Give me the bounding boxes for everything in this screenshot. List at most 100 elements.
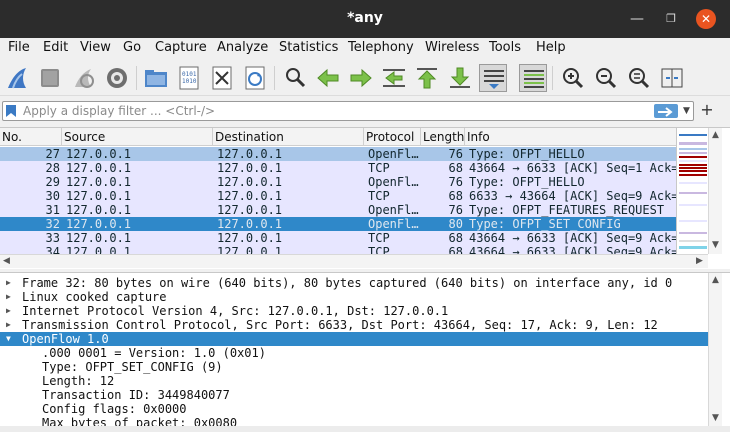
close-window-button[interactable]: ✕ bbox=[696, 9, 716, 29]
cell-info: Type: OFPT_FEATURES_REQUEST bbox=[469, 203, 665, 217]
menu-analyze[interactable]: Analyze bbox=[217, 40, 268, 55]
column-no[interactable]: No. bbox=[0, 128, 62, 146]
detail-tree-item[interactable]: Config flags: 0x0000 bbox=[0, 402, 708, 416]
detail-tree-item[interactable]: ▼ OpenFlow 1.0 bbox=[0, 332, 708, 346]
cell-destination: 127.0.0.1 bbox=[217, 231, 283, 245]
detail-tree-item[interactable]: ▶ Transmission Control Protocol, Src Port… bbox=[0, 318, 708, 332]
stop-icon[interactable] bbox=[36, 64, 64, 92]
scroll-left-icon[interactable]: ◀ bbox=[3, 256, 10, 266]
menu-file[interactable]: File bbox=[8, 40, 30, 55]
collapsed-triangle-icon[interactable]: ▶ bbox=[6, 318, 16, 332]
scroll-up-icon[interactable]: ▲ bbox=[712, 275, 719, 285]
detail-tree-item[interactable]: ▶ Frame 32: 80 bytes on wire (640 bits), … bbox=[0, 276, 708, 290]
cell-destination: 127.0.0.1 bbox=[217, 175, 283, 189]
menu-telephony[interactable]: Telephony bbox=[348, 40, 414, 55]
packet-row[interactable]: 28 127.0.0.1 127.0.0.1 TCP 68 43664 → 6633 [A… bbox=[0, 161, 676, 175]
detail-tree-item[interactable]: ▶ Internet Protocol Version 4, Src: 127.0… bbox=[0, 304, 708, 318]
packet-row[interactable]: 29 127.0.0.1 127.0.0.1 OpenFl… 76 Type: OFPT_… bbox=[0, 175, 676, 189]
cell-length: 76 bbox=[448, 147, 463, 161]
collapsed-triangle-icon[interactable]: ▶ bbox=[6, 276, 16, 290]
collapsed-triangle-icon[interactable]: ▶ bbox=[6, 290, 16, 304]
cell-no: 29 bbox=[45, 175, 60, 189]
column-destination[interactable]: Destination bbox=[213, 128, 364, 146]
svg-text:1010: 1010 bbox=[182, 78, 197, 85]
restart-icon[interactable] bbox=[70, 64, 98, 92]
first-packet-icon[interactable] bbox=[413, 64, 441, 92]
bookmark-icon[interactable] bbox=[5, 104, 17, 118]
zoom-normal-icon[interactable] bbox=[625, 64, 653, 92]
menu-wireless[interactable]: Wireless bbox=[425, 40, 479, 55]
detail-tree-item[interactable]: Length: 12 bbox=[0, 374, 708, 388]
packet-row[interactable]: 32 127.0.0.1 127.0.0.1 OpenFl… 80 Type: OFPT_… bbox=[0, 217, 676, 231]
packet-details-tree: ▶ Frame 32: 80 bytes on wire (640 bits), … bbox=[0, 272, 730, 430]
shark-fin-start-icon[interactable] bbox=[4, 64, 32, 92]
maximize-button[interactable]: ❐ bbox=[662, 10, 680, 28]
detail-tree-item[interactable]: ▶ Linux cooked capture bbox=[0, 290, 708, 304]
cell-no: 31 bbox=[45, 203, 60, 217]
cell-destination: 127.0.0.1 bbox=[217, 161, 283, 175]
column-info[interactable]: Info bbox=[465, 128, 676, 146]
autoscroll-icon[interactable] bbox=[479, 64, 507, 92]
save-file-icon[interactable]: 0101 1010 bbox=[175, 64, 203, 92]
apply-filter-button[interactable] bbox=[654, 104, 678, 118]
detail-tree-item[interactable]: .000 0001 = Version: 1.0 (0x01) bbox=[0, 346, 708, 360]
forward-icon[interactable] bbox=[347, 64, 375, 92]
open-folder-icon[interactable] bbox=[142, 64, 170, 92]
toolbar-separator bbox=[136, 66, 137, 90]
detail-tree-item[interactable]: Transaction ID: 3449840077 bbox=[0, 388, 708, 402]
cell-length: 80 bbox=[448, 217, 463, 231]
details-vertical-scrollbar[interactable]: ▲ ▼ bbox=[708, 273, 722, 427]
menu-statistics[interactable]: Statistics bbox=[279, 40, 338, 55]
capture-options-icon[interactable] bbox=[103, 64, 131, 92]
scroll-right-icon[interactable]: ▶ bbox=[696, 256, 703, 266]
packet-list-vertical-scrollbar[interactable]: ▲ ▼ bbox=[708, 128, 722, 254]
menu-capture[interactable]: Capture bbox=[155, 40, 207, 55]
packet-row[interactable]: 30 127.0.0.1 127.0.0.1 TCP 68 6633 → 43664 [A… bbox=[0, 189, 676, 203]
scroll-up-icon[interactable]: ▲ bbox=[712, 130, 719, 140]
cell-protocol: TCP bbox=[368, 231, 390, 245]
cell-info: 6633 → 43664 [ACK] Seq=9 Ack= bbox=[469, 189, 676, 203]
detail-tree-item[interactable]: Type: OFPT_SET_CONFIG (9) bbox=[0, 360, 708, 374]
resize-columns-icon[interactable] bbox=[658, 64, 686, 92]
menu-view[interactable]: View bbox=[80, 40, 111, 55]
main-toolbar: 0101 1010 bbox=[0, 60, 730, 96]
menu-help[interactable]: Help bbox=[536, 40, 566, 55]
pane-splitter[interactable] bbox=[0, 426, 730, 432]
find-icon[interactable] bbox=[281, 64, 309, 92]
add-filter-button[interactable]: + bbox=[700, 101, 714, 119]
reload-icon[interactable] bbox=[241, 64, 269, 92]
cell-protocol: TCP bbox=[368, 161, 390, 175]
scroll-down-icon[interactable]: ▼ bbox=[712, 240, 719, 250]
column-protocol[interactable]: Protocol bbox=[364, 128, 421, 146]
cell-info: Type: OFPT_HELLO bbox=[469, 147, 585, 161]
svg-text:0101: 0101 bbox=[182, 71, 197, 78]
cell-destination: 127.0.0.1 bbox=[217, 189, 283, 203]
packet-minimap[interactable] bbox=[676, 128, 709, 254]
cell-protocol: OpenFl… bbox=[368, 203, 419, 217]
minimize-button[interactable]: — bbox=[628, 10, 646, 28]
packet-row[interactable]: 27 127.0.0.1 127.0.0.1 OpenFl… 76 Type: OFPT_… bbox=[0, 147, 676, 161]
zoom-out-icon[interactable] bbox=[592, 64, 620, 92]
menu-edit[interactable]: Edit bbox=[43, 40, 68, 55]
close-file-icon[interactable] bbox=[208, 64, 236, 92]
collapsed-triangle-icon[interactable]: ▶ bbox=[6, 304, 16, 318]
packet-row[interactable]: 31 127.0.0.1 127.0.0.1 OpenFl… 76 Type: OFPT_… bbox=[0, 203, 676, 217]
colorize-icon[interactable] bbox=[519, 64, 547, 92]
scroll-down-icon[interactable]: ▼ bbox=[712, 413, 719, 423]
display-filter-input[interactable] bbox=[23, 103, 643, 119]
cell-destination: 127.0.0.1 bbox=[217, 203, 283, 217]
menu-go[interactable]: Go bbox=[123, 40, 141, 55]
menu-tools[interactable]: Tools bbox=[489, 40, 521, 55]
cell-info: 43664 → 6633 [ACK] Seq=9 Ack= bbox=[469, 231, 676, 245]
cell-no: 32 bbox=[45, 217, 60, 231]
zoom-in-icon[interactable] bbox=[559, 64, 587, 92]
column-source[interactable]: Source bbox=[62, 128, 213, 146]
back-icon[interactable] bbox=[314, 64, 342, 92]
go-to-packet-icon[interactable] bbox=[380, 64, 408, 92]
expanded-triangle-icon[interactable]: ▼ bbox=[6, 332, 16, 346]
filter-history-dropdown[interactable]: ▼ bbox=[683, 104, 693, 118]
last-packet-icon[interactable] bbox=[446, 64, 474, 92]
column-length[interactable]: Length bbox=[421, 128, 465, 146]
packet-list-horizontal-scrollbar[interactable]: ◀ ▶ bbox=[0, 254, 708, 268]
packet-row[interactable]: 33 127.0.0.1 127.0.0.1 TCP 68 43664 → 6633 [A… bbox=[0, 231, 676, 245]
